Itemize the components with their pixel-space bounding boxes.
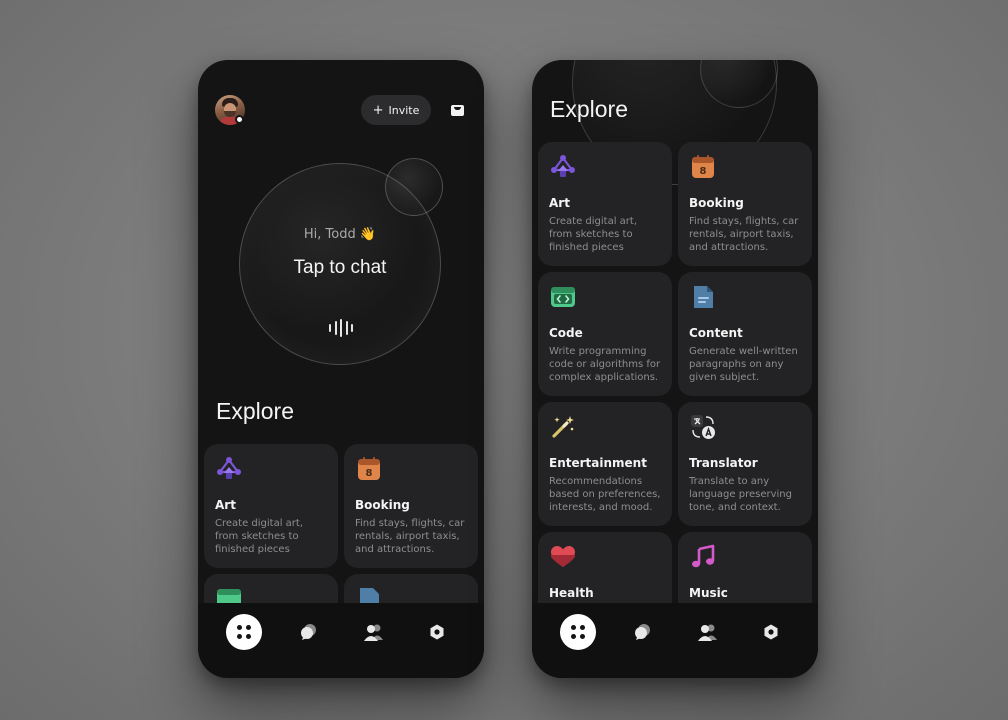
card-translator[interactable]: Translator Translate to any language pre… [678, 402, 812, 526]
inbox-icon[interactable] [451, 105, 464, 116]
card-art[interactable]: Art Create digital art, from sketches to… [538, 142, 672, 266]
home-icon[interactable] [226, 614, 262, 650]
card-title: Music [689, 586, 728, 600]
card-title: Code [549, 326, 583, 340]
card-description: Find stays, flights, car rentals, airpor… [355, 518, 465, 555]
decorative-bubble [385, 158, 443, 216]
document-icon [694, 286, 713, 308]
plus-icon: + [372, 102, 384, 118]
card-entertainment[interactable]: Entertainment Recommendations based on p… [538, 402, 672, 526]
settings-icon[interactable] [763, 624, 779, 640]
invite-button[interactable]: + Invite [361, 95, 431, 125]
card-description: Create digital art, from sketches to fin… [215, 518, 304, 555]
explore-heading: Explore [216, 398, 294, 424]
users-icon[interactable] [698, 623, 718, 641]
music-note-icon [692, 544, 715, 568]
card-title: Booking [355, 498, 410, 512]
users-icon[interactable] [364, 623, 384, 641]
bottom-nav [198, 603, 484, 678]
card-title: Entertainment [549, 456, 647, 470]
calendar-icon: 8 [358, 457, 380, 480]
chat-icon[interactable] [634, 623, 652, 641]
card-description: Translate to any language preserving ton… [689, 476, 792, 513]
card-description: Generate well-written paragraphs on any … [689, 346, 798, 383]
heart-icon [551, 546, 575, 567]
card-code[interactable]: Code Write programming code or algorithm… [538, 272, 672, 396]
card-title: Health [549, 586, 594, 600]
card-title: Art [549, 196, 570, 210]
tap-to-chat-label[interactable]: Tap to chat [239, 257, 441, 279]
card-booking[interactable]: 8 Booking Find stays, flights, car renta… [344, 444, 478, 568]
card-description: Create digital art, from sketches to fin… [549, 216, 638, 253]
calendar-icon: 8 [692, 155, 714, 178]
art-icon [217, 457, 241, 479]
home-icon[interactable] [560, 614, 596, 650]
art-icon [551, 155, 575, 177]
card-title: Translator [689, 456, 758, 470]
calendar-badge: 8 [700, 166, 707, 177]
settings-icon[interactable] [429, 624, 445, 640]
phone-explore-screen: Explore Art Create digital art, from ske… [532, 60, 818, 678]
status-dot [235, 115, 244, 124]
invite-label: Invite [388, 103, 420, 117]
card-description: Find stays, flights, car rentals, airpor… [689, 216, 799, 253]
card-title: Booking [689, 196, 744, 210]
magic-wand-icon [552, 416, 574, 438]
explore-heading: Explore [550, 96, 628, 122]
card-content[interactable]: Content Generate well-written paragraphs… [678, 272, 812, 396]
card-description: Recommendations based on preferences, in… [549, 476, 661, 513]
card-title: Art [215, 498, 236, 512]
bottom-nav [532, 603, 818, 678]
translate-icon [691, 415, 715, 439]
card-art[interactable]: Art Create digital art, from sketches to… [204, 444, 338, 568]
calendar-badge: 8 [366, 468, 373, 479]
code-icon [551, 287, 575, 307]
phone-home-screen: + Invite Hi, Todd 👋 Tap to chat Explore … [198, 60, 484, 678]
chat-icon[interactable] [300, 623, 318, 641]
voice-wave-icon[interactable] [329, 319, 353, 337]
greeting-text: Hi, Todd 👋 [303, 227, 377, 242]
card-booking[interactable]: 8 Booking Find stays, flights, car renta… [678, 142, 812, 266]
card-description: Write programming code or algorithms for… [549, 346, 661, 383]
card-title: Content [689, 326, 743, 340]
